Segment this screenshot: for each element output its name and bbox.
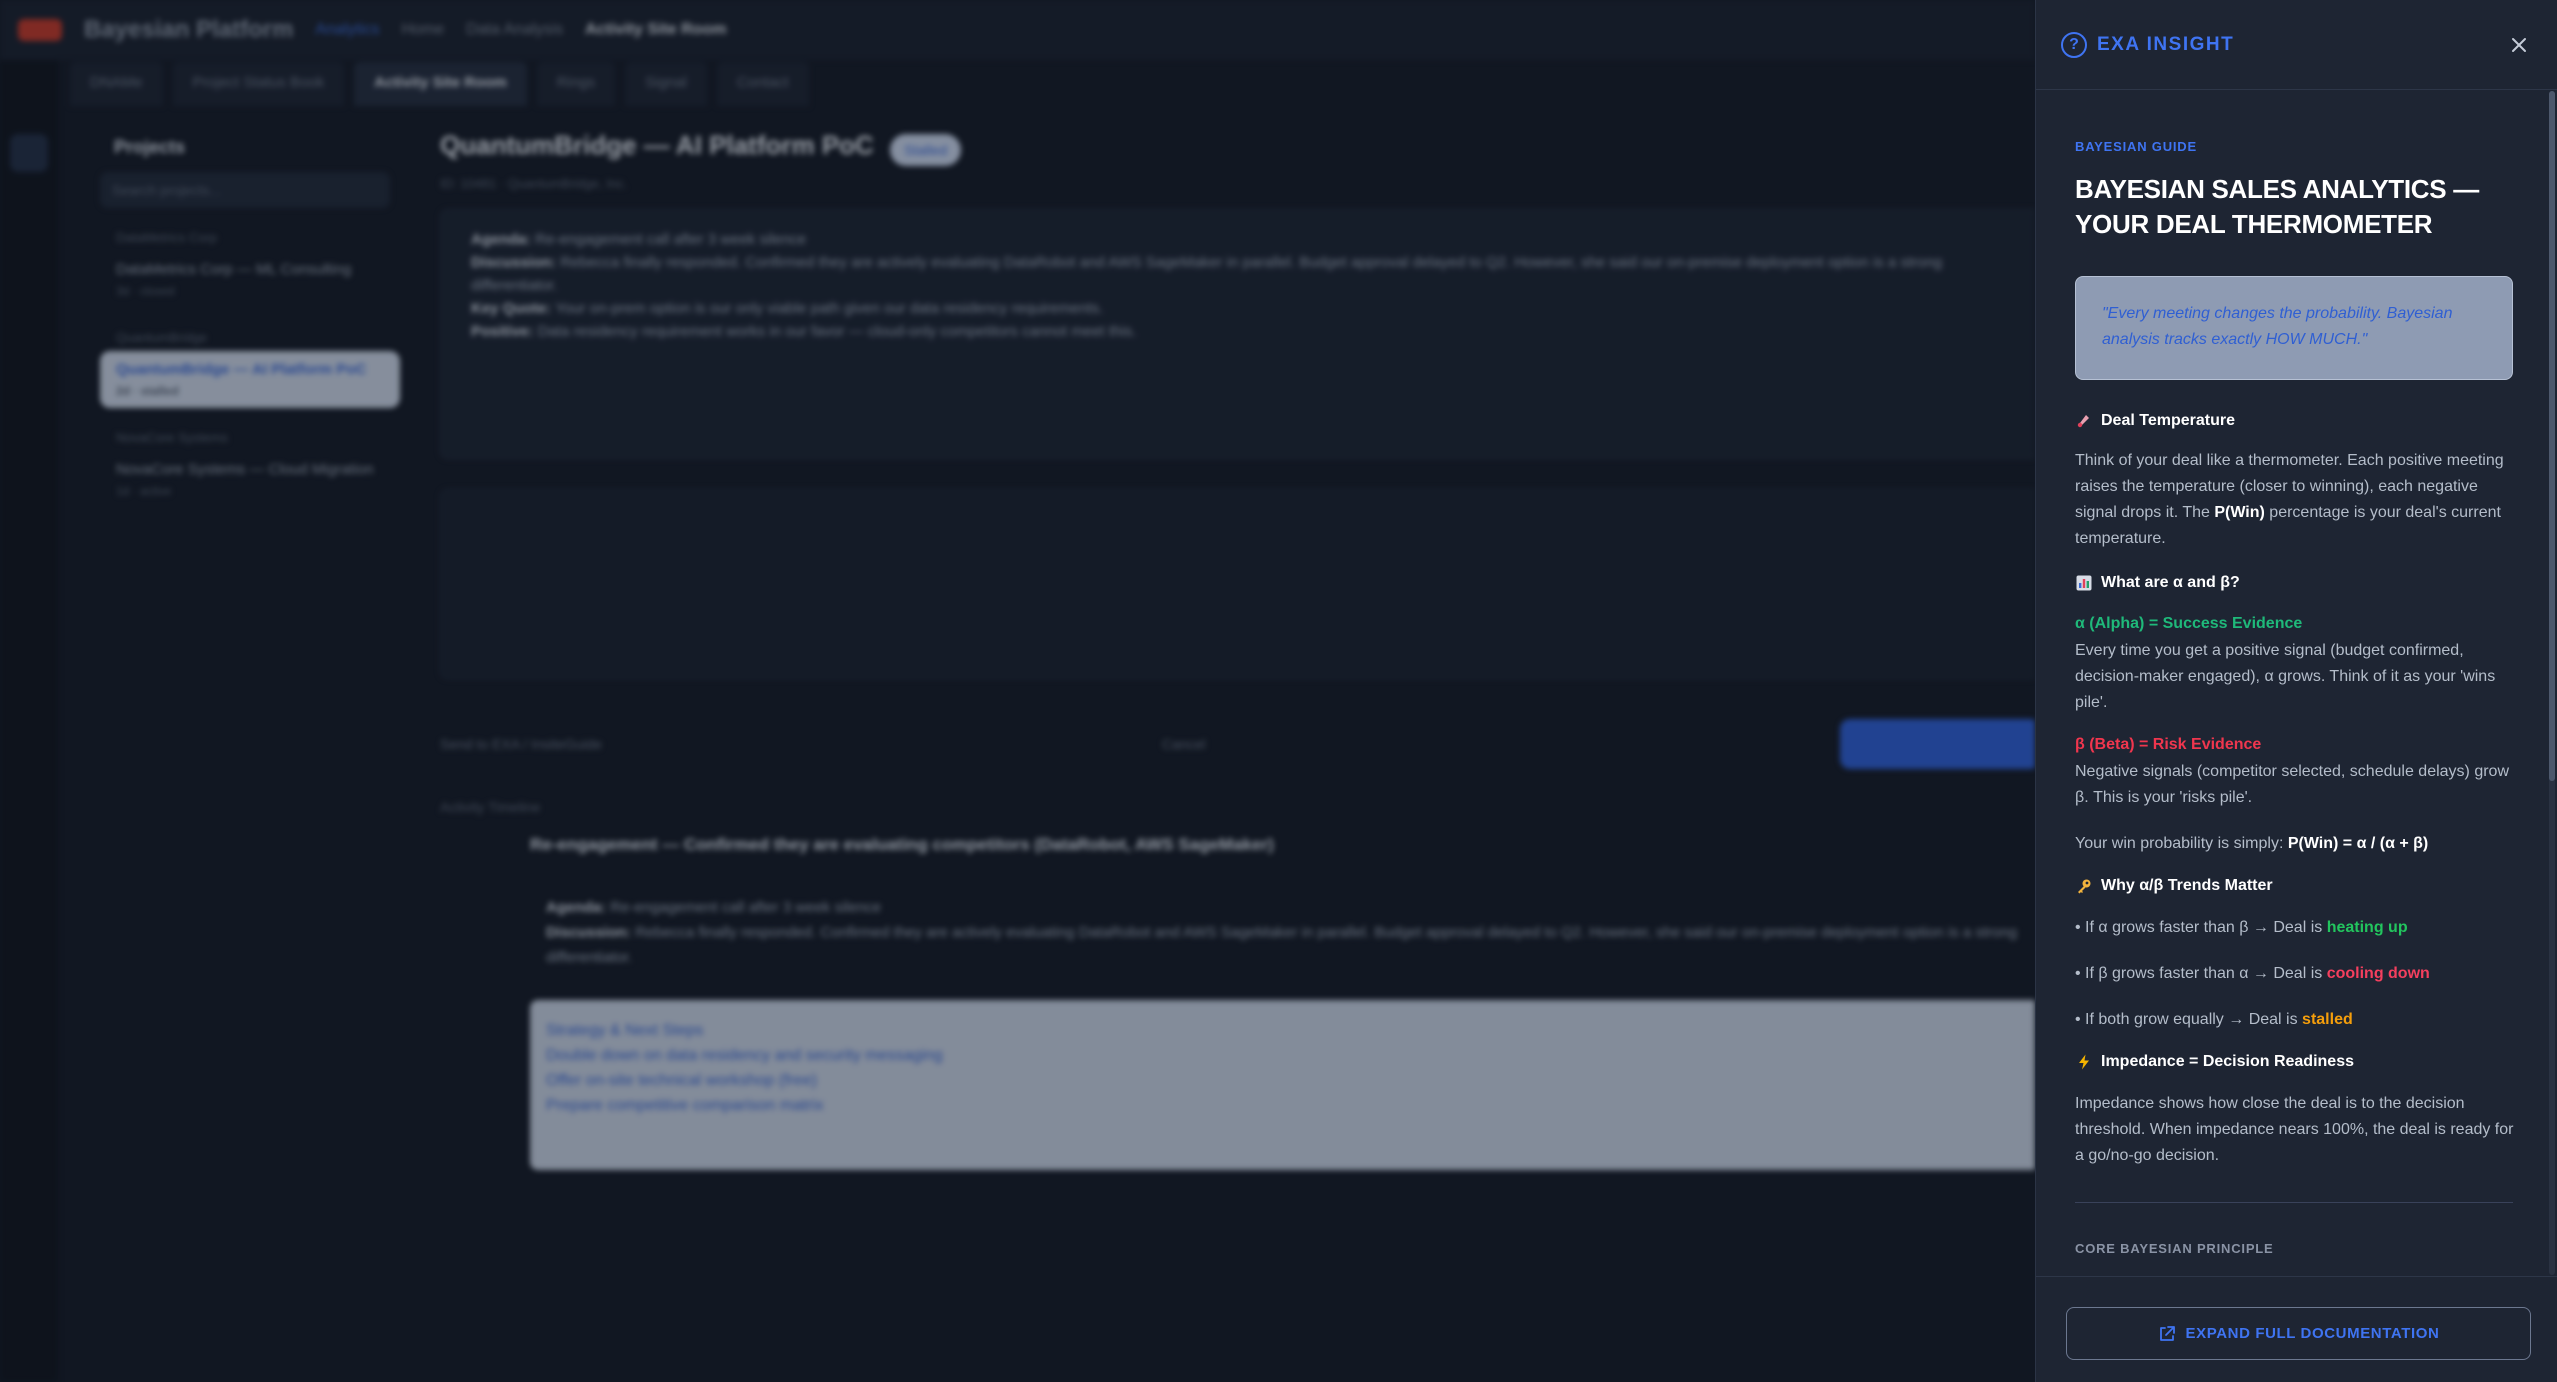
exa-insight-drawer: ? EXA INSIGHT BAYESIAN GUIDE BAYESIAN SA… [2035,0,2557,1382]
key-icon [2075,877,2093,895]
guide-title: BAYESIAN SALES ANALYTICS — YOUR DEAL THE… [2075,174,2479,239]
quote-box: "Every meeting changes the probability. … [2075,276,2513,380]
core-principle-kicker: CORE BAYESIAN PRINCIPLE [2075,1241,2274,1256]
drawer-header: ? EXA INSIGHT [2036,0,2557,90]
expand-documentation-label: EXPAND FULL DOCUMENTATION [2185,1325,2440,1342]
drawer-scroll-thumb[interactable] [2549,91,2555,781]
question-circle-icon: ? [2061,31,2087,58]
win-probability-formula: Your win probability is simply: P(Win) =… [2075,835,2429,852]
external-link-icon [2159,1325,2175,1341]
thermometer-icon [2075,412,2093,430]
alpha-beta-heading: What are α and β? [2075,574,2518,592]
trend-bullet: • If β grows faster than α → Deal is coo… [2075,965,2430,982]
impedance-heading: Impedance = Decision Readiness [2075,1053,2518,1071]
expand-documentation-button[interactable]: EXPAND FULL DOCUMENTATION [2066,1307,2531,1360]
deal-temperature-heading: Deal Temperature [2075,412,2518,430]
trend-bullet: • If α grows faster than β → Deal is hea… [2075,919,2408,936]
bar-chart-icon [2075,574,2093,592]
beta-heading: β (Beta) = Risk Evidence [2075,736,2262,753]
close-icon [2512,38,2526,52]
close-button[interactable] [2505,30,2533,58]
alpha-text: Every time you get a positive signal (bu… [2075,642,2496,711]
guide-kicker: BAYESIAN GUIDE [2075,139,2197,154]
drawer-body[interactable]: BAYESIAN GUIDE BAYESIAN SALES ANALYTICS … [2036,91,2557,1275]
modal-backdrop[interactable] [0,0,2035,1382]
alpha-heading: α (Alpha) = Success Evidence [2075,615,2303,632]
impedance-text: Impedance shows how close the deal is to… [2075,1095,2514,1164]
trend-bullet: • If both grow equally → Deal is stalled [2075,1011,2353,1028]
beta-text: Negative signals (competitor selected, s… [2075,763,2509,806]
trends-heading: Why α/β Trends Matter [2075,877,2518,895]
drawer-title: EXA INSIGHT [2097,33,2235,55]
lightning-icon [2075,1053,2093,1071]
drawer-footer: EXPAND FULL DOCUMENTATION [2036,1276,2557,1382]
section-divider [2075,1202,2513,1203]
deal-temperature-text: Think of your deal like a thermometer. E… [2075,452,2504,547]
